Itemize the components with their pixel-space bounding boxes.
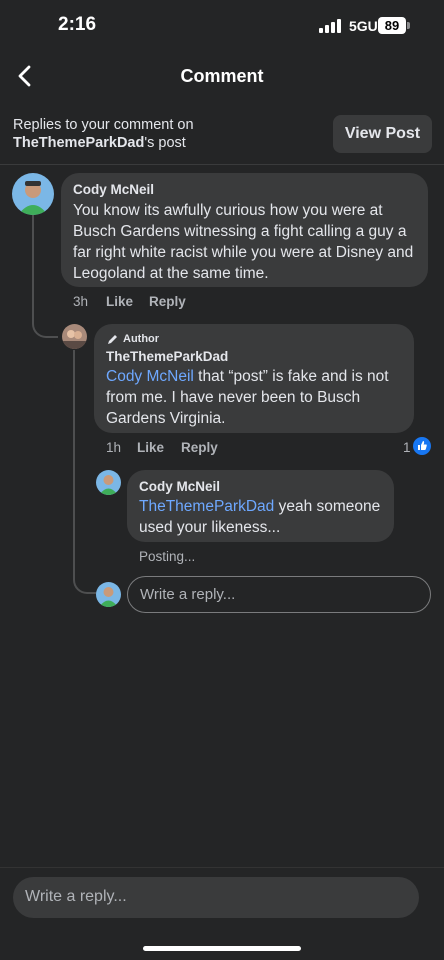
thread-connector [32,304,58,338]
header-caption: Replies to your comment on [13,117,194,133]
view-post-button[interactable]: View Post [333,115,432,153]
comment-bubble: Author TheThemeParkDad Cody McNeil that … [94,324,414,433]
inline-reply-input[interactable]: Write a reply... [127,576,431,613]
comment-author[interactable]: Cody McNeil [73,182,154,197]
battery-cap [407,22,410,29]
comment-bubble: Cody McNeil You know its awfully curious… [61,173,428,287]
avatar[interactable] [62,324,87,349]
reply-button[interactable]: Reply [149,294,186,309]
comment-bubble: Cody McNeil TheThemeParkDad yeah someone… [127,470,394,542]
post-suffix: 's post [144,135,186,151]
comment-text: You know its awfully curious how you wer… [73,202,414,282]
composer-divider [0,867,444,868]
reply-button[interactable]: Reply [181,440,218,455]
like-reaction-icon[interactable] [413,437,431,455]
posting-status: Posting... [139,549,196,564]
reaction-count: 1 [403,440,411,455]
battery-icon: 89 [378,17,406,34]
header-divider [0,164,444,165]
comment-author[interactable]: TheThemeParkDad [106,349,228,364]
comment-time: 3h [73,294,89,309]
status-time: 2:16 [58,14,97,35]
page-title: Comment [180,66,264,86]
like-button[interactable]: Like [137,440,164,455]
header-post-ref: TheThemeParkDad's post [13,135,186,151]
mention-link[interactable]: TheThemeParkDad [139,498,274,515]
avatar[interactable] [12,173,54,215]
mention-link[interactable]: Cody McNeil [106,368,194,385]
bottom-reply-input[interactable]: Write a reply... [13,877,419,918]
inline-reply-placeholder: Write a reply... [140,586,236,603]
avatar[interactable] [96,470,121,495]
post-owner-name[interactable]: TheThemeParkDad [13,135,144,151]
avatar [96,582,121,607]
home-indicator[interactable] [143,946,301,951]
comment-time: 1h [106,440,122,455]
signal-icon [319,19,341,33]
like-button[interactable]: Like [106,294,133,309]
comment-text: Cody McNeil that “post” is fake and is n… [106,368,389,427]
bottom-reply-placeholder: Write a reply... [25,888,127,905]
comment-author[interactable]: Cody McNeil [139,479,220,494]
pencil-icon [108,335,117,344]
comment-text: TheThemeParkDad yeah someone used your l… [139,498,381,536]
author-badge: Author [123,333,160,345]
